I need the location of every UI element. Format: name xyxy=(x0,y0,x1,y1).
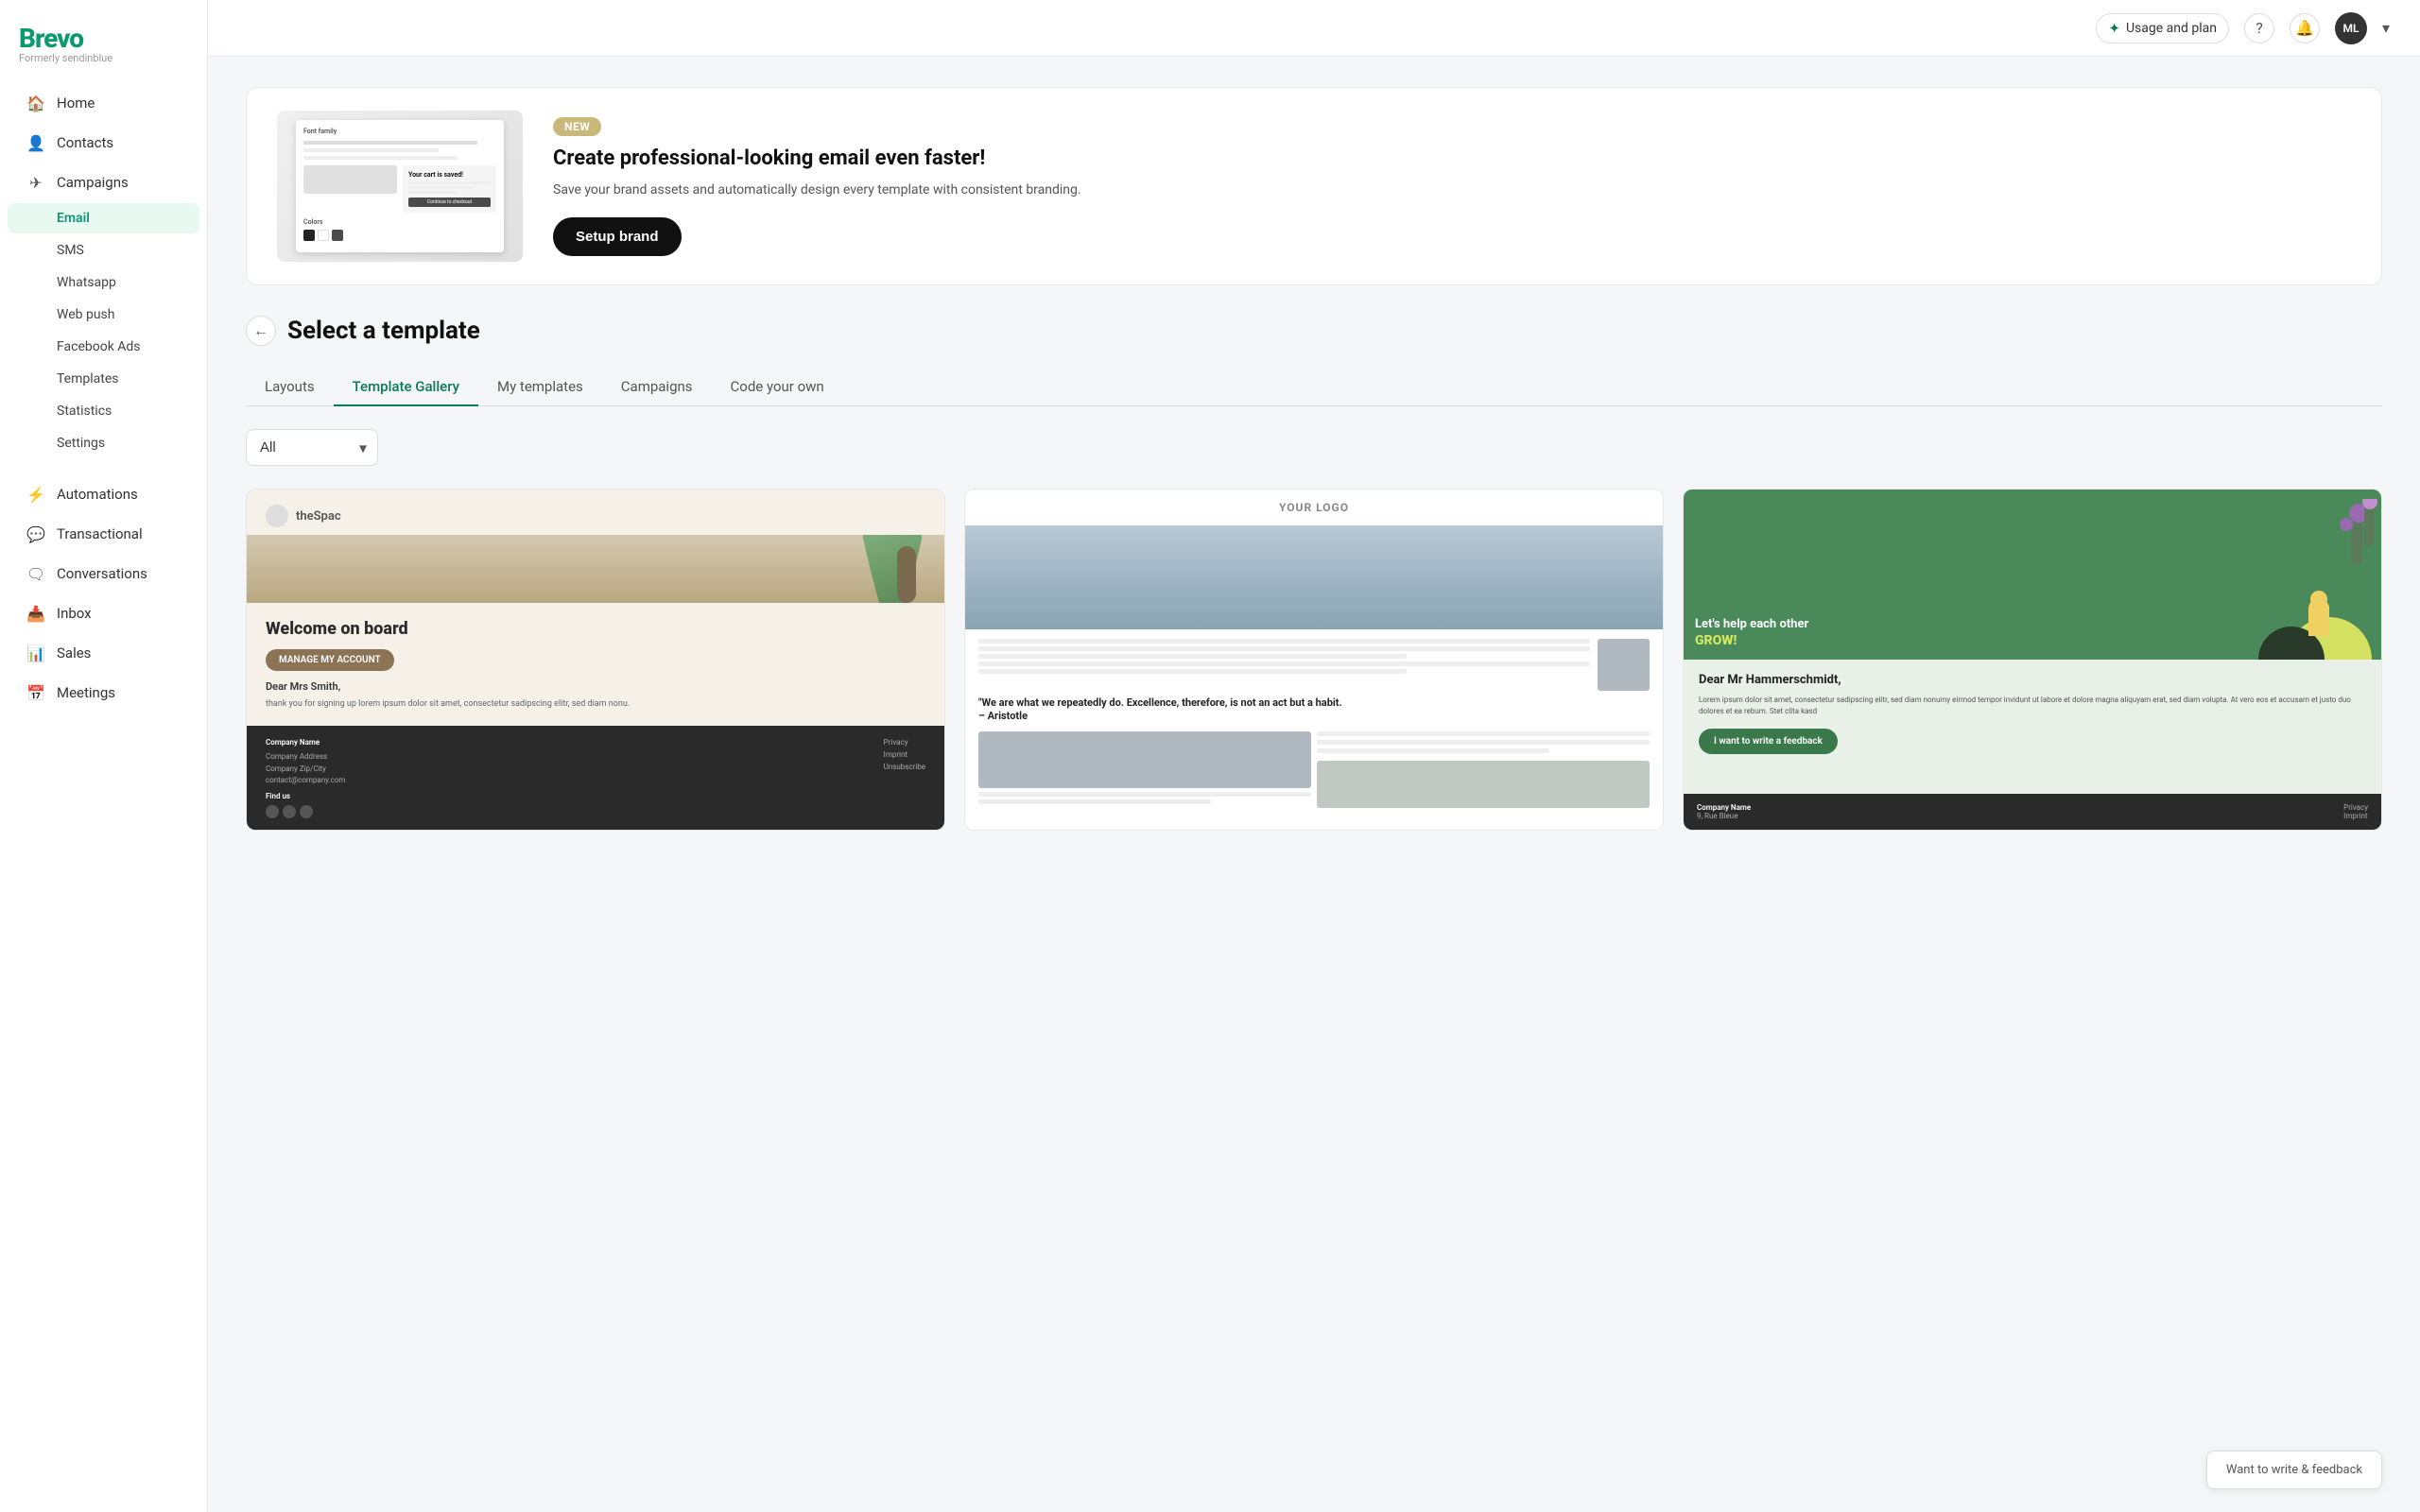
main-content: Font family Your cart is saved! xyxy=(208,57,2420,1512)
blog-logo: YOUR LOGO xyxy=(1279,501,1349,514)
banner-image-inner: Font family Your cart is saved! xyxy=(277,111,523,262)
sidebar-item-automations[interactable]: ⚡ Automations xyxy=(8,475,199,513)
banner-image: Font family Your cart is saved! xyxy=(277,111,523,262)
banner-content: NEW Create professional-looking email ev… xyxy=(553,116,1081,256)
contacts-icon: 👤 xyxy=(26,133,45,152)
sales-icon: 📊 xyxy=(26,644,45,662)
section-header: ← Select a template xyxy=(246,316,2382,346)
sidebar-sales-label: Sales xyxy=(57,644,91,662)
sidebar-transactional-label: Transactional xyxy=(57,525,143,542)
main-area: ✦ Usage and plan ? 🔔 ML ▾ Font family xyxy=(208,0,2420,1512)
feedback-bottom-bar[interactable]: Want to write & feedback xyxy=(2206,1451,2382,1489)
sidebar-item-inbox[interactable]: 📥 Inbox xyxy=(8,594,199,632)
filter-row: All Newsletter E-commerce Welcome Blog p… xyxy=(246,429,2382,466)
sidebar-sub-item-web-push[interactable]: Web push xyxy=(8,300,199,330)
sidebar-sub-item-statistics[interactable]: Statistics xyxy=(8,396,199,426)
usage-and-plan-button[interactable]: ✦ Usage and plan xyxy=(2096,13,2229,43)
sidebar-item-contacts[interactable]: 👤 Contacts xyxy=(8,124,199,162)
sidebar-item-home-label: Home xyxy=(57,94,95,112)
usage-label: Usage and plan xyxy=(2126,21,2217,36)
sidebar-sub-item-email[interactable]: Email xyxy=(8,203,199,233)
tab-code-your-own[interactable]: Code your own xyxy=(712,369,843,406)
automations-icon: ⚡ xyxy=(26,485,45,504)
sidebar-sub-facebook-label: Facebook Ads xyxy=(57,339,141,354)
blog-card-preview: YOUR LOGO xyxy=(965,490,1663,830)
sidebar-inbox-label: Inbox xyxy=(57,605,92,622)
sidebar-sub-item-sms[interactable]: SMS xyxy=(8,235,199,266)
sidebar-sub-templates-label: Templates xyxy=(57,371,119,387)
sidebar-item-meetings[interactable]: 📅 Meetings xyxy=(8,674,199,712)
help-icon-button[interactable]: ? xyxy=(2244,13,2274,43)
back-arrow-icon: ← xyxy=(253,321,268,340)
banner-new-badge: NEW xyxy=(553,117,601,136)
brand-setup-banner: Font family Your cart is saved! xyxy=(246,87,2382,285)
welcome-hero-image xyxy=(247,535,944,603)
tab-layouts[interactable]: Layouts xyxy=(246,369,334,406)
sidebar-sub-item-facebook-ads[interactable]: Facebook Ads xyxy=(8,332,199,362)
chevron-down-icon[interactable]: ▾ xyxy=(2382,19,2390,37)
sidebar-sub-settings-label: Settings xyxy=(57,436,105,451)
sidebar-item-campaigns-label: Campaigns xyxy=(57,174,129,191)
brand-name: Brevo xyxy=(19,23,188,54)
user-avatar[interactable]: ML xyxy=(2335,12,2367,44)
back-button[interactable]: ← xyxy=(246,316,276,346)
sidebar-automations-label: Automations xyxy=(57,486,138,503)
template-card-welcome[interactable]: Welcome theSpac Welcome on xyxy=(246,489,945,831)
section-title: Select a template xyxy=(287,317,480,345)
template-card-feedback[interactable]: Feedback Let's help each other GROW! xyxy=(1683,489,2382,831)
sidebar-sub-email-label: Email xyxy=(57,211,90,226)
transactional-icon: 💬 xyxy=(26,524,45,543)
logo: Brevo Formerly sendinblue xyxy=(0,15,207,83)
tab-campaigns[interactable]: Campaigns xyxy=(602,369,712,406)
sidebar-sub-item-whatsapp[interactable]: Whatsapp xyxy=(8,267,199,298)
sidebar-sub-item-templates[interactable]: Templates xyxy=(8,364,199,394)
lightning-icon: ✦ xyxy=(2108,20,2120,37)
sidebar-sub-webpush-label: Web push xyxy=(57,307,114,322)
notifications-button[interactable]: 🔔 xyxy=(2290,13,2320,43)
question-icon: ? xyxy=(2256,19,2263,37)
category-filter[interactable]: All Newsletter E-commerce Welcome Blog p… xyxy=(246,429,378,466)
campaigns-icon: ✈ xyxy=(26,173,45,192)
banner-title: Create professional-looking email even f… xyxy=(553,146,1081,173)
setup-brand-button[interactable]: Setup brand xyxy=(553,217,682,256)
topbar: ✦ Usage and plan ? 🔔 ML ▾ xyxy=(208,0,2420,57)
sidebar-sub-whatsapp-label: Whatsapp xyxy=(57,275,116,290)
welcome-logo-circle xyxy=(266,505,288,527)
sidebar-item-transactional[interactable]: 💬 Transactional xyxy=(8,515,199,553)
sidebar-sub-item-settings[interactable]: Settings xyxy=(8,428,199,458)
blog-hero xyxy=(965,525,1663,629)
sidebar-item-campaigns[interactable]: ✈ Campaigns xyxy=(8,163,199,201)
sidebar-meetings-label: Meetings xyxy=(57,684,115,701)
avatar-initials: ML xyxy=(2342,22,2359,35)
banner-description: Save your brand assets and automatically… xyxy=(553,180,1081,200)
template-card-blog[interactable]: Blog post YOUR LOGO xyxy=(964,489,1664,831)
brand-sub: Formerly sendinblue xyxy=(19,52,188,64)
sidebar-item-sales[interactable]: 📊 Sales xyxy=(8,634,199,672)
feedback-card-preview: Let's help each other GROW! xyxy=(1684,490,2381,830)
meetings-icon: 📅 xyxy=(26,683,45,702)
home-icon: 🏠 xyxy=(26,94,45,112)
sidebar-conversations-label: Conversations xyxy=(57,565,147,582)
template-cards-grid: Welcome theSpac Welcome on xyxy=(246,489,2382,831)
sidebar: Brevo Formerly sendinblue 🏠 Home 👤 Conta… xyxy=(0,0,208,1512)
sidebar-sub-statistics-label: Statistics xyxy=(57,404,112,419)
tab-my-templates[interactable]: My templates xyxy=(478,369,602,406)
inbox-icon: 📥 xyxy=(26,604,45,623)
sidebar-sub-sms-label: SMS xyxy=(57,243,84,258)
welcome-card-preview: theSpac Welcome on board MANAGE MY ACCOU… xyxy=(247,490,944,830)
filter-dropdown-wrap: All Newsletter E-commerce Welcome Blog p… xyxy=(246,429,378,466)
tab-template-gallery[interactable]: Template Gallery xyxy=(334,369,478,406)
welcome-logo-text: theSpac xyxy=(296,509,341,524)
sidebar-item-home[interactable]: 🏠 Home xyxy=(8,84,199,122)
sidebar-item-contacts-label: Contacts xyxy=(57,134,113,151)
template-tabs: Layouts Template Gallery My templates Ca… xyxy=(246,369,2382,406)
feedback-bar-label: Want to write & feedback xyxy=(2226,1463,2362,1477)
email-mockup: Font family Your cart is saved! xyxy=(296,120,504,252)
sidebar-item-conversations[interactable]: 🗨 Conversations xyxy=(8,555,199,593)
bell-icon: 🔔 xyxy=(2295,19,2314,37)
conversations-icon: 🗨 xyxy=(26,564,45,583)
